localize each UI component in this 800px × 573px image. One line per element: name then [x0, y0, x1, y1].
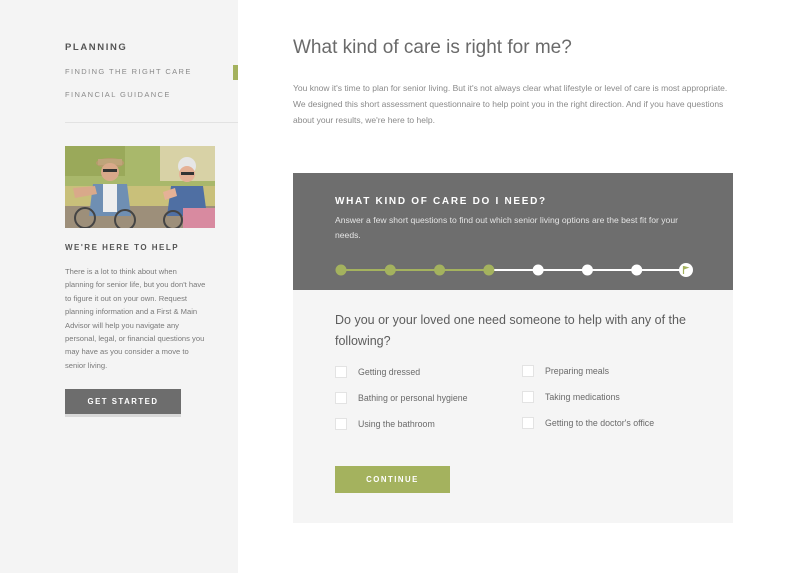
progress-step-dot [483, 264, 495, 276]
sidebar-divider [65, 122, 238, 123]
sidebar: PLANNING FINDING THE RIGHT CARE FINANCIA… [0, 0, 238, 573]
help-text: There is a lot to think about when plann… [65, 267, 206, 370]
option-label: Bathing or personal hygiene [358, 393, 468, 403]
option-taking-medications[interactable]: Taking medications [522, 391, 620, 403]
option-label: Preparing meals [545, 366, 610, 376]
option-using-the-bathroom[interactable]: Using the bathroom [335, 418, 435, 430]
progress-step-dot [384, 264, 396, 276]
continue-button[interactable]: CONTINUE [335, 466, 450, 493]
option-getting-to-the-doctors-office[interactable]: Getting to the doctor's office [522, 417, 654, 429]
progress-step-dot [581, 264, 593, 276]
option-label: Taking medications [545, 392, 620, 402]
checkbox[interactable] [335, 366, 347, 378]
option-bathing-or-personal-hygiene[interactable]: Bathing or personal hygiene [335, 392, 468, 404]
checkbox[interactable] [522, 391, 534, 403]
progress-step-dot [434, 264, 446, 276]
finish-step-dot [679, 263, 693, 277]
questionnaire-header: WHAT KIND OF CARE DO I NEED? Answer a fe… [293, 173, 733, 290]
option-preparing-meals[interactable]: Preparing meals [522, 365, 609, 377]
option-label: Getting dressed [358, 367, 421, 377]
checkbox[interactable] [522, 365, 534, 377]
nav-heading: PLANNING [65, 42, 128, 53]
option-label: Getting to the doctor's office [545, 418, 655, 428]
option-label: Using the bathroom [358, 419, 435, 429]
nav-item-financial-guidance[interactable]: FINANCIAL GUIDANCE [65, 90, 171, 99]
progress-step-dot [335, 264, 347, 276]
option-getting-dressed[interactable]: Getting dressed [335, 366, 420, 378]
help-heading: WE'RE HERE TO HELP [65, 243, 180, 252]
questionnaire-subtitle: Answer a few short questions to find out… [335, 215, 678, 240]
intro-text: You know it's time to plan for senior li… [293, 83, 728, 125]
question-text: Do you or your loved one need someone to… [335, 313, 686, 348]
questionnaire-body: Do you or your loved one need someone to… [293, 290, 733, 523]
progress-step-dot [631, 264, 643, 276]
nav-item-finding-the-right-care[interactable]: FINDING THE RIGHT CARE [65, 67, 192, 76]
seniors-biking-photo [65, 146, 215, 228]
page-title: What kind of care is right for me? [293, 37, 572, 58]
progress-steps [335, 263, 693, 277]
active-nav-indicator [233, 65, 238, 80]
questionnaire-title: WHAT KIND OF CARE DO I NEED? [335, 196, 547, 207]
checkbox[interactable] [522, 417, 534, 429]
checkbox[interactable] [335, 418, 347, 430]
progress-step-dot [532, 264, 544, 276]
get-started-button[interactable]: GET STARTED [65, 389, 181, 417]
checkbox[interactable] [335, 392, 347, 404]
